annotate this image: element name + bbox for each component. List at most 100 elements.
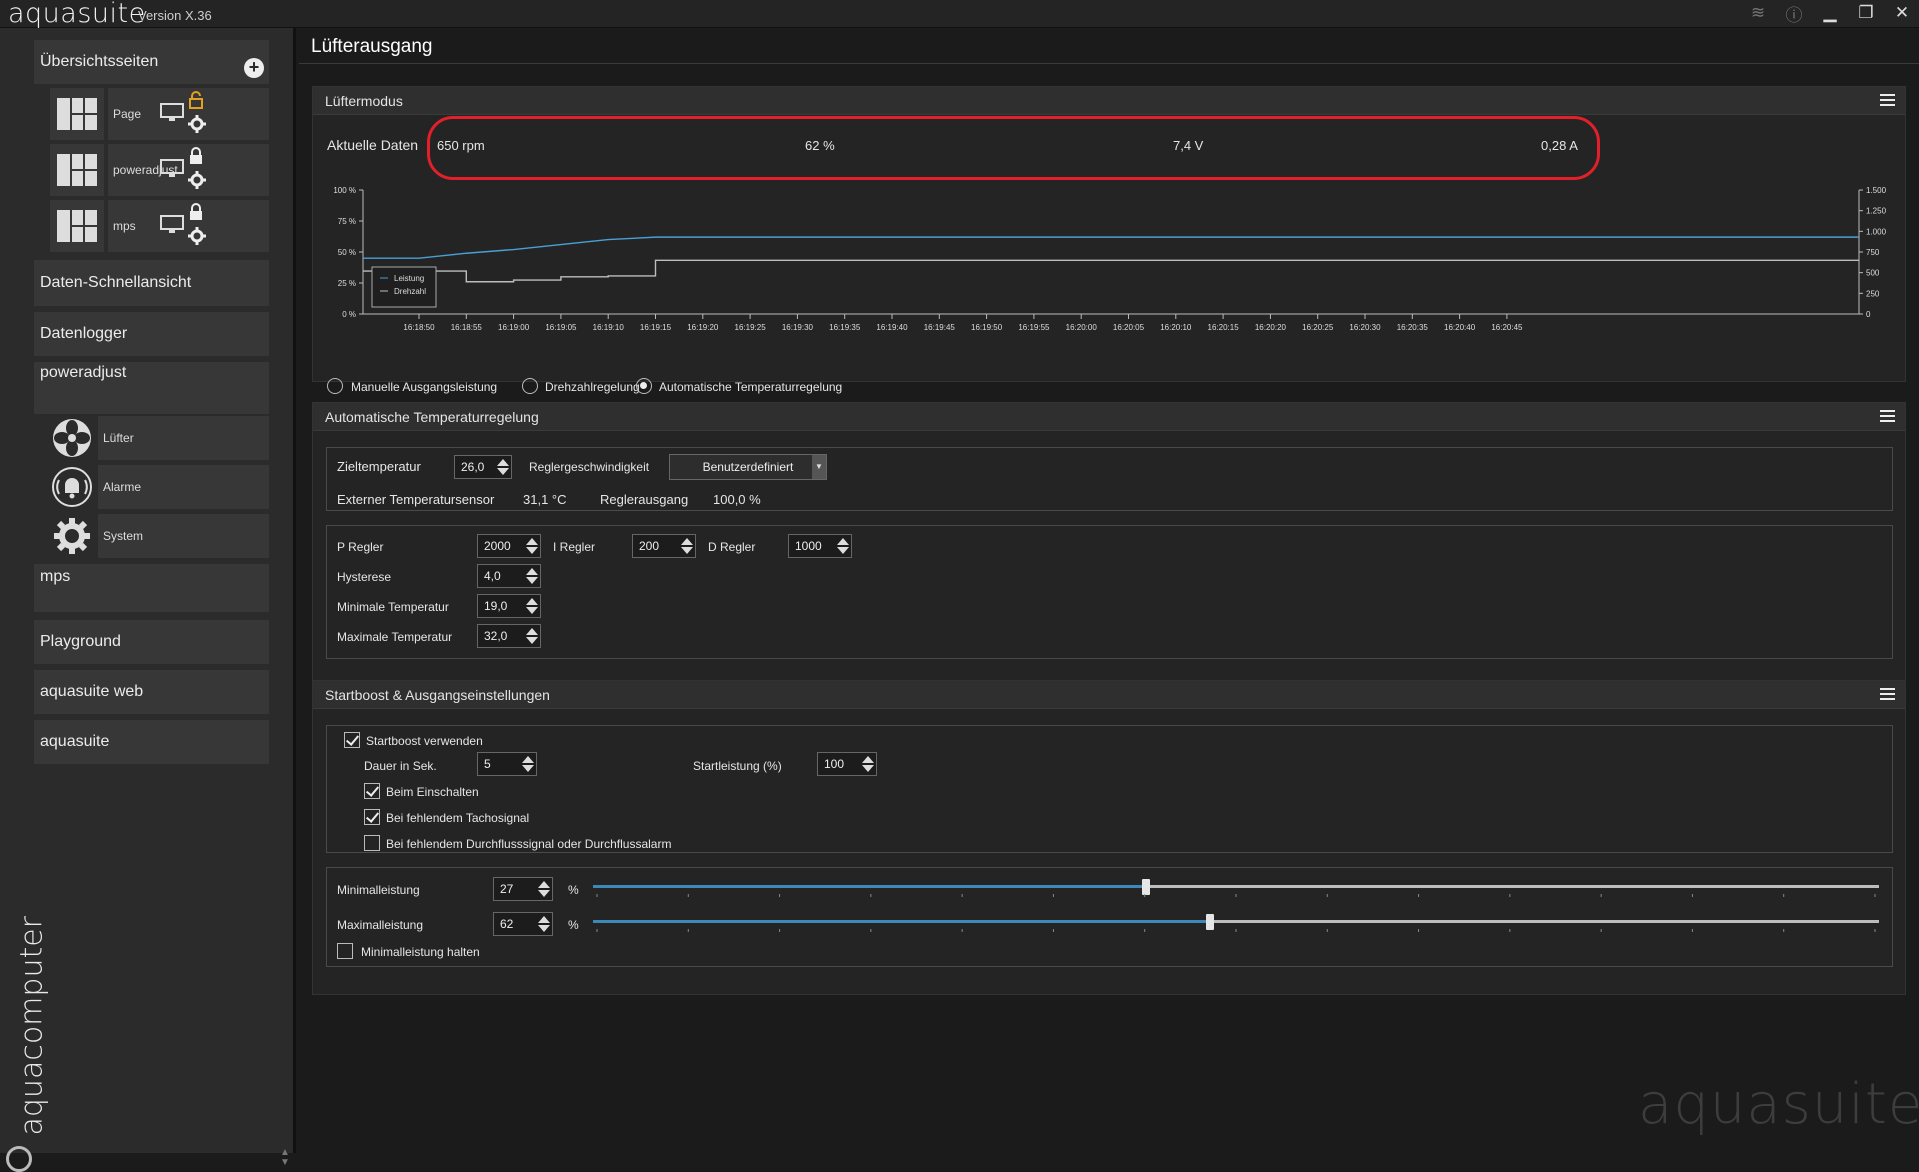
d-stepper[interactable]: 1000 xyxy=(788,534,852,558)
x-tick-label: 16:19:40 xyxy=(876,323,908,332)
x-tick-label: 16:19:45 xyxy=(924,323,956,332)
title-divider xyxy=(299,63,1919,64)
target-temp-stepper[interactable]: 26,0 xyxy=(454,455,512,479)
sidebar-item-aquasuite-web[interactable]: aquasuite web xyxy=(34,670,269,714)
mode-label: Automatische Temperaturregelung xyxy=(659,380,843,394)
output-value: 100,0 % xyxy=(713,492,761,507)
slider-thumb[interactable] xyxy=(1141,879,1150,895)
sidebar-item-aquasuite[interactable]: aquasuite xyxy=(34,720,269,764)
fan-mode-panel: Lüftermodus Aktuelle Daten 650 rpm 62 % … xyxy=(312,86,1906,394)
gear-icon[interactable] xyxy=(188,115,206,133)
sidebar-item-mps[interactable]: mps xyxy=(34,564,269,612)
sidebar-item-playground[interactable]: Playground xyxy=(34,620,269,664)
sidebar-item-data-logger[interactable]: Datenlogger xyxy=(34,312,269,356)
aquacomputer-brand: aquacomputer xyxy=(14,915,50,1136)
duration-stepper[interactable]: 5 xyxy=(477,752,537,776)
lock-icon[interactable] xyxy=(188,147,204,165)
sensor-label: Externer Temperatursensor xyxy=(337,492,495,507)
on-power-checkbox[interactable] xyxy=(364,783,380,799)
series-line-leistung xyxy=(363,236,1859,259)
stepper-value: 1000 xyxy=(795,539,822,553)
sidebar-subitem-fan[interactable]: Lüfter xyxy=(50,416,269,460)
controller-speed-label: Reglergeschwindigkeit xyxy=(529,460,650,474)
stepper-value: 200 xyxy=(639,539,660,553)
min-power-stepper[interactable]: 27 xyxy=(493,877,553,901)
add-page-icon[interactable]: + xyxy=(244,58,264,78)
dropdown-value: Benutzerdefiniert xyxy=(702,460,794,474)
stepper-value: 100 xyxy=(824,757,845,771)
sidebar-subitem-alarms[interactable]: Alarme xyxy=(50,465,269,509)
i-label: I Regler xyxy=(553,540,596,554)
x-tick-label: 16:20:20 xyxy=(1255,323,1287,332)
d-label: D Regler xyxy=(708,540,756,554)
max-power-slider[interactable] xyxy=(593,914,1879,932)
i-stepper[interactable]: 200 xyxy=(632,534,696,558)
left-tick-label: 100 % xyxy=(333,187,356,195)
min-temp-stepper[interactable]: 19,0 xyxy=(477,594,541,618)
max-temp-stepper[interactable]: 32,0 xyxy=(477,624,541,648)
info-icon[interactable]: ⓘ xyxy=(1783,2,1805,25)
page-title: Lüfterausgang xyxy=(311,36,433,57)
slider-fill xyxy=(593,885,1146,888)
page-label: mps xyxy=(113,219,136,233)
sidebar-item-overview[interactable]: Übersichtsseiten xyxy=(34,40,269,84)
sidebar-item-quick-view[interactable]: Daten-Schnellansicht xyxy=(34,260,269,306)
flow-label: Bei fehlendem Durchflusssignal oder Durc… xyxy=(386,837,672,851)
min-power-slider[interactable] xyxy=(593,879,1879,897)
menu-icon[interactable] xyxy=(1880,94,1895,106)
sidebar-subitem-system[interactable]: System xyxy=(50,514,269,558)
mode-auto-temp-radio[interactable] xyxy=(636,378,652,394)
min-power-label: Minimalleistung xyxy=(337,883,420,897)
menu-icon[interactable] xyxy=(1880,688,1895,700)
monitor-icon[interactable] xyxy=(160,215,184,235)
hold-min-checkbox[interactable] xyxy=(337,943,353,959)
gear-icon[interactable] xyxy=(188,227,206,245)
fan-chart: 100 % 75 % 50 % 25 % 0 % 1.500 1.250 1.000 750 50… xyxy=(333,187,1886,332)
monitor-icon[interactable] xyxy=(160,159,184,179)
stepper-value: 5 xyxy=(484,757,491,771)
gear-icon[interactable] xyxy=(188,171,206,189)
page-label: Page xyxy=(113,107,142,121)
right-tick-label: 250 xyxy=(1866,289,1880,298)
hysteresis-stepper[interactable]: 4,0 xyxy=(477,564,541,588)
x-tick-label: 16:19:30 xyxy=(782,323,814,332)
overview-page-row[interactable]: mps xyxy=(50,200,269,252)
menu-icon[interactable] xyxy=(1880,410,1895,422)
start-power-stepper[interactable]: 100 xyxy=(817,752,877,776)
max-power-stepper[interactable]: 62 xyxy=(493,912,553,936)
x-tick-label: 16:20:25 xyxy=(1302,323,1334,332)
monitor-icon[interactable] xyxy=(160,103,184,123)
sidebar-item-label: Datenlogger xyxy=(40,325,128,342)
stepper-value: 27 xyxy=(500,882,514,896)
mode-manual-radio[interactable] xyxy=(327,378,343,394)
main-content: Lüfterausgang Lüftermodus Aktuelle Daten… xyxy=(299,28,1919,1153)
controller-speed-dropdown[interactable]: Benutzerdefiniert ▼ xyxy=(669,454,827,480)
restore-icon[interactable]: ❐ xyxy=(1855,2,1877,24)
mode-label: Manuelle Ausgangsleistung xyxy=(351,380,498,394)
lock-icon[interactable] xyxy=(188,203,204,221)
slider-fill xyxy=(593,920,1211,923)
stepper-value: 62 xyxy=(500,917,514,931)
sidebar-item-label: Daten-Schnellansicht xyxy=(40,274,192,291)
close-icon[interactable]: ✕ xyxy=(1891,2,1913,24)
slider-thumb[interactable] xyxy=(1206,914,1215,930)
flow-checkbox[interactable] xyxy=(364,835,380,851)
overview-page-row[interactable]: poweradjust xyxy=(50,144,269,196)
startboost-checkbox[interactable] xyxy=(344,732,360,748)
mode-speed-radio[interactable] xyxy=(522,378,538,394)
sidebar-item-poweradjust[interactable]: poweradjust xyxy=(34,362,269,414)
tacho-checkbox[interactable] xyxy=(364,809,380,825)
page-layout-icon xyxy=(50,88,104,140)
overview-page-row[interactable]: Page xyxy=(50,88,269,140)
scroll-arrows-icon[interactable]: ▲ ▼ xyxy=(280,1148,290,1168)
alarm-bell-icon xyxy=(50,465,94,509)
unlock-icon[interactable] xyxy=(188,91,204,109)
version-label: Version X.36 xyxy=(138,8,212,23)
layers-icon[interactable]: ≋ xyxy=(1747,2,1769,24)
page-layout-icon xyxy=(50,200,104,252)
aquacomputer-logo-icon xyxy=(6,1146,32,1172)
minimize-icon[interactable]: ▁ xyxy=(1819,2,1841,24)
chevron-down-icon: ▼ xyxy=(812,455,826,479)
stepper-value: 32,0 xyxy=(484,629,508,643)
p-stepper[interactable]: 2000 xyxy=(477,534,541,558)
